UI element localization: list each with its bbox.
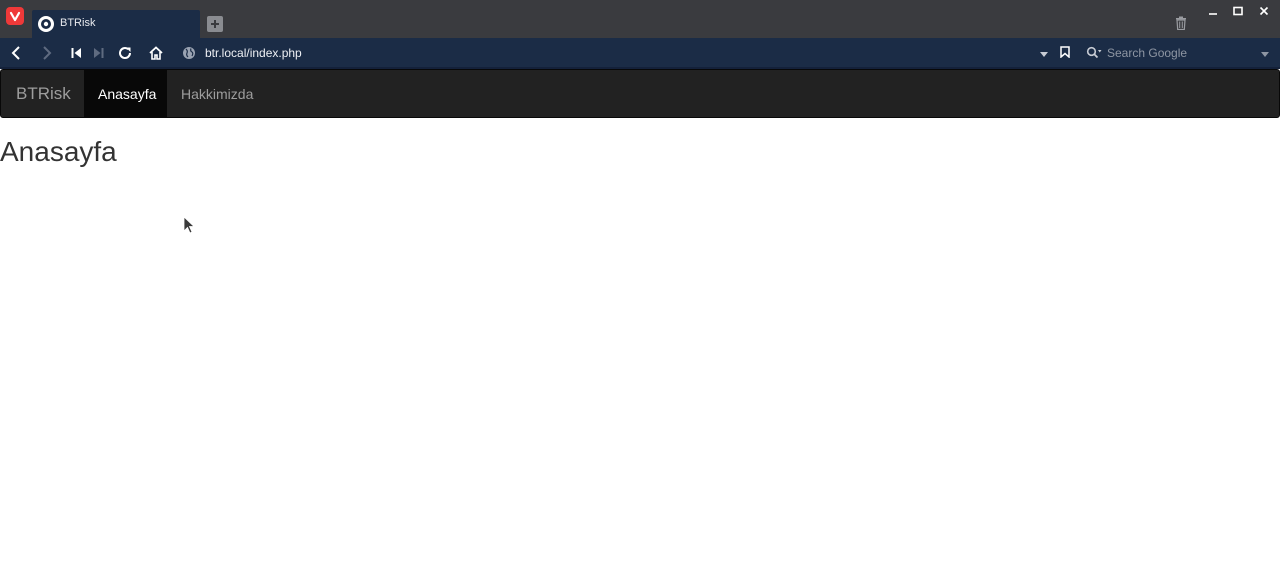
site-navbar: BTRisk Anasayfa Hakkimizda — [0, 69, 1280, 118]
browser-tab-bar: BTRisk — [0, 0, 1280, 38]
back-arrow-icon[interactable] — [6, 43, 26, 63]
minimize-icon[interactable] — [1205, 4, 1221, 18]
search-field[interactable]: Search Google — [1082, 41, 1276, 65]
nav-item-label: Hakkimizda — [181, 86, 254, 102]
nav-item-anasayfa[interactable]: Anasayfa — [84, 70, 167, 117]
address-field[interactable]: btr.local/index.php — [176, 41, 1076, 65]
close-icon[interactable] — [1256, 4, 1272, 18]
nav-item-hakkimizda[interactable]: Hakkimizda — [167, 70, 265, 117]
fast-forward-icon[interactable] — [89, 43, 109, 63]
browser-tab-active[interactable]: BTRisk — [32, 10, 200, 38]
new-tab-plus-icon[interactable] — [207, 16, 223, 32]
rewind-icon[interactable] — [66, 43, 86, 63]
url-history-dropdown-icon[interactable] — [1038, 47, 1050, 59]
forward-arrow-icon[interactable] — [37, 43, 57, 63]
maximize-icon[interactable] — [1230, 4, 1246, 18]
page-title: Anasayfa — [0, 136, 117, 167]
search-engine-dropdown-icon[interactable] — [1259, 47, 1271, 59]
tab-title: BTRisk — [60, 17, 96, 29]
mouse-pointer-icon — [183, 216, 196, 234]
vivaldi-menu-icon[interactable] — [6, 7, 24, 25]
bookmark-icon[interactable] — [1058, 44, 1072, 60]
trash-icon[interactable] — [1173, 14, 1189, 32]
site-brand-link[interactable]: BTRisk — [16, 84, 71, 104]
reload-icon[interactable] — [115, 43, 135, 63]
url-text: btr.local/index.php — [205, 46, 302, 60]
search-icon — [1086, 46, 1102, 60]
globe-icon — [182, 46, 196, 60]
site-favicon-icon — [38, 16, 54, 32]
browser-toolbar: btr.local/index.php Search Google — [0, 38, 1280, 69]
home-icon[interactable] — [146, 43, 166, 63]
search-placeholder: Search Google — [1107, 46, 1188, 60]
nav-item-label: Anasayfa — [98, 86, 157, 102]
